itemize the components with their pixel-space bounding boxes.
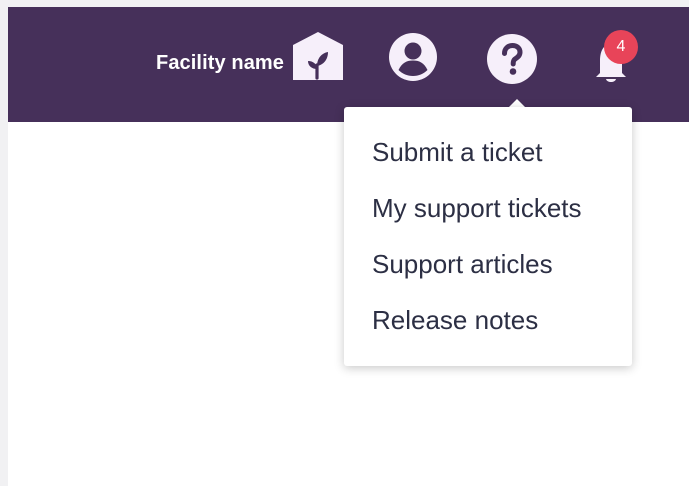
menu-item-my-support-tickets[interactable]: My support tickets bbox=[372, 193, 582, 224]
account-circle-icon bbox=[389, 33, 437, 81]
help-button[interactable] bbox=[486, 33, 538, 85]
notification-count-badge: 4 bbox=[604, 30, 638, 64]
home-plant-icon bbox=[293, 32, 343, 80]
menu-item-support-articles[interactable]: Support articles bbox=[372, 249, 553, 280]
menu-item-submit-ticket[interactable]: Submit a ticket bbox=[372, 137, 543, 168]
profile-button[interactable] bbox=[389, 33, 437, 81]
menu-item-release-notes[interactable]: Release notes bbox=[372, 305, 538, 336]
page-top-margin bbox=[0, 0, 689, 7]
help-icon bbox=[487, 34, 537, 84]
facility-home-button[interactable] bbox=[293, 32, 343, 80]
facility-name: Facility name bbox=[156, 52, 285, 74]
help-dropdown-menu: Submit a ticket My support tickets Suppo… bbox=[344, 107, 632, 366]
